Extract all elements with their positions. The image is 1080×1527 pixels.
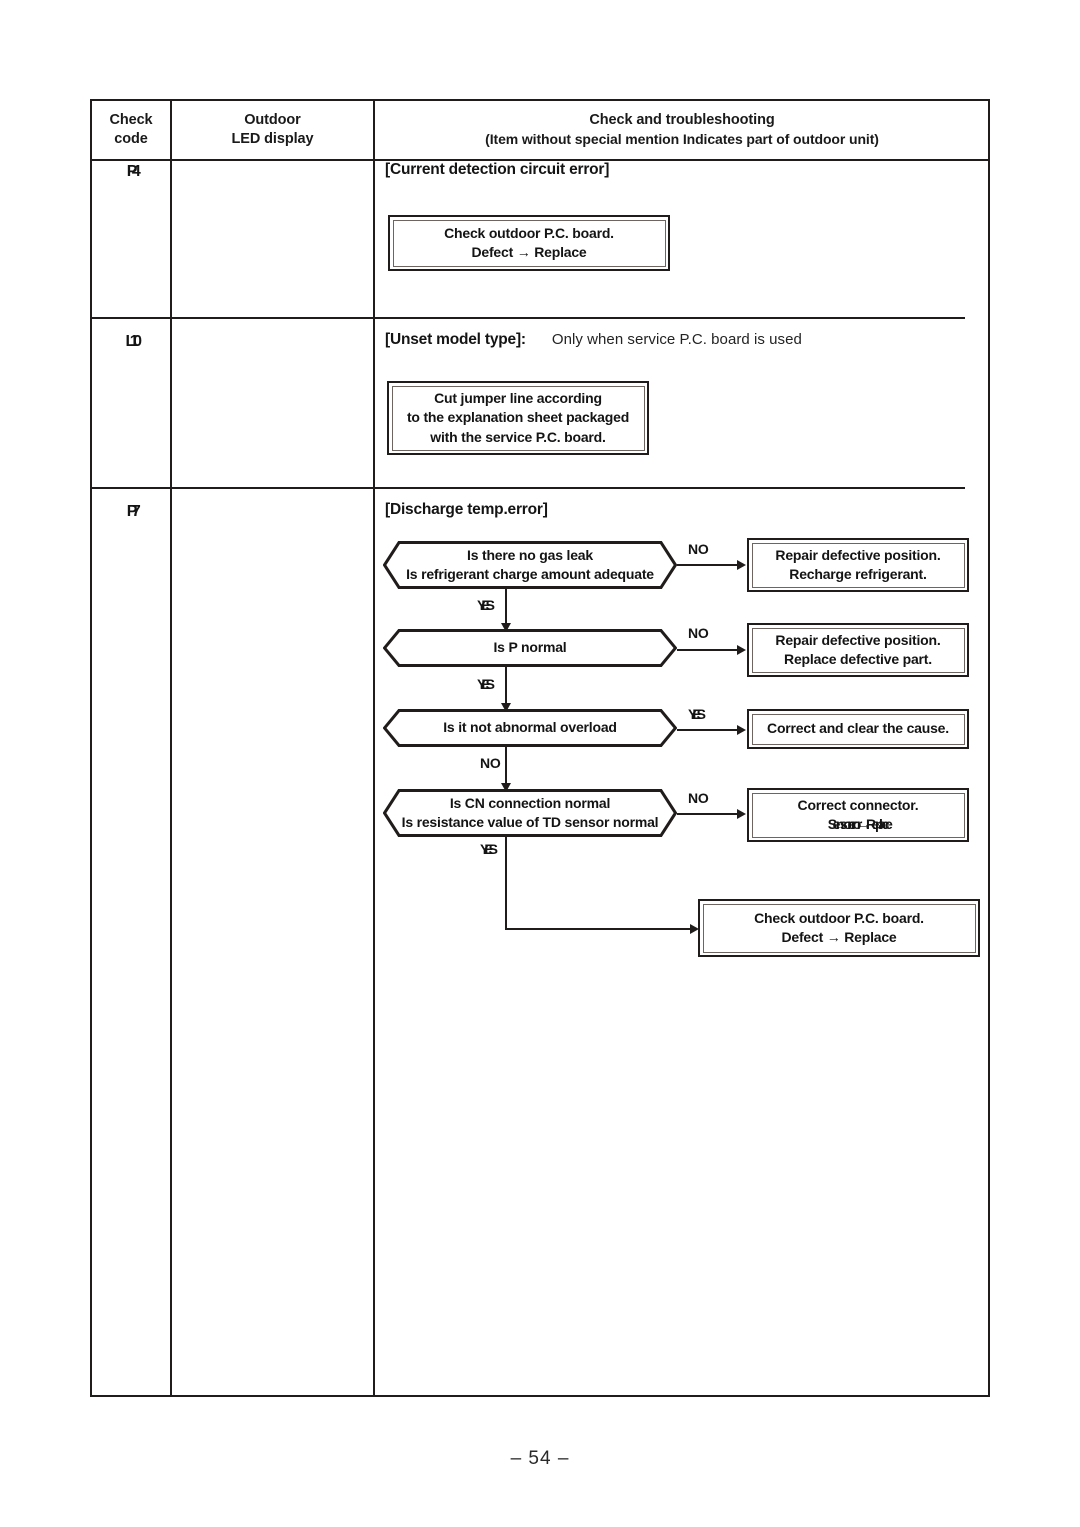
action-check-outdoor-pc-board-final: Check outdoor P.C. board. Defect → Repla… — [698, 899, 980, 957]
decision-abnormal-overload: Is it not abnormal overload — [383, 709, 677, 747]
header-check-code: Check code — [92, 101, 170, 159]
box2-line2: to the explanation sheet packaged — [406, 409, 630, 426]
box2-line3: with the service P.C. board. — [430, 428, 606, 445]
section-current-detection-circuit-error: [Current detection circuit error] Check … — [385, 161, 985, 271]
header-check-and-troubleshooting: Check and troubleshooting (Item without … — [375, 101, 989, 159]
edge-label-d3-no: NO — [480, 755, 501, 771]
decision-2-line1: Is P normal — [493, 639, 567, 656]
section-2-note: Only when service P.C. board is used — [551, 331, 802, 348]
edge-label-d1-no: NO — [688, 541, 709, 557]
header-outdoor-line1: Outdoor — [244, 112, 301, 129]
edge-d2-to-a2 — [677, 649, 739, 651]
edge-d2-to-d3 — [505, 667, 507, 705]
check-outdoor-pc-board-box-1: Check outdoor P.C. board. Defect → Repla… — [388, 215, 670, 271]
edge-d4-down — [505, 837, 507, 929]
decision-4-line1: Is CN connection normal — [449, 794, 611, 811]
decision-1-line1: Is there no gas leak — [467, 546, 593, 563]
edge-label-d3-yes: YES — [688, 706, 706, 722]
edge-label-d4-no: NO — [688, 790, 709, 806]
arrowhead-d4-to-a4 — [737, 809, 746, 819]
row-divider-1 — [92, 317, 965, 319]
decision-cn-connection: Is CN connection normal Is resistance va… — [383, 789, 677, 837]
header-troubleshooting-title: Check and troubleshooting — [589, 112, 775, 129]
edge-label-d2-no: NO — [688, 625, 709, 641]
decision-1-line2: Is refrigerant charge amount adequate — [406, 566, 654, 582]
action-1-line1: Repair defective position. — [775, 546, 941, 563]
column-divider-1 — [170, 101, 172, 1395]
action-correct-connector: Correct connector. Sensor error → Replac… — [747, 788, 969, 842]
check-code-l10: L10 — [125, 333, 142, 350]
edge-label-d2-yes: YES — [477, 676, 495, 692]
header-check-code-line1: Check — [109, 112, 153, 129]
header-outdoor-led-display: Outdoor LED display — [172, 101, 373, 159]
arrowhead-d1-to-a1 — [737, 560, 746, 570]
edge-d3-to-a3 — [677, 729, 739, 731]
edge-d4-to-final — [505, 928, 695, 930]
box1-line2: Defect → Replace — [471, 244, 587, 260]
header-check-code-line2: code — [114, 131, 148, 147]
troubleshooting-table: Check code Outdoor LED display Check and… — [90, 99, 990, 1397]
edge-d1-to-a1 — [677, 564, 739, 566]
arrowhead-d3-to-a3 — [737, 725, 746, 735]
header-troubleshooting-subtitle: (Item without special mention Indicates … — [485, 131, 879, 148]
cut-jumper-line-box: Cut jumper line according to the explana… — [387, 381, 649, 455]
column-divider-2 — [373, 101, 375, 1395]
check-code-p4: P4 — [126, 163, 141, 180]
action-3-line1: Correct and clear the cause. — [767, 720, 949, 737]
check-code-p7: P7 — [126, 503, 141, 520]
edge-d1-to-d2 — [505, 589, 507, 627]
section-unset-model-type: [Unset model type]: Only when service P.… — [385, 331, 985, 455]
section-discharge-temp-error: [Discharge temp.error] Is there no gas l… — [383, 501, 1080, 957]
action-2-line1: Repair defective position. — [775, 631, 941, 648]
action-4-line2: Sensor error → Replace — [827, 816, 893, 832]
edge-d3-to-d4 — [505, 747, 507, 785]
decision-3-line1: Is it not abnormal overload — [443, 719, 617, 736]
box1-line1: Check outdoor P.C. board. — [444, 224, 614, 241]
box2-line1: Cut jumper line according — [434, 390, 602, 407]
edge-label-d4-yes: YES — [480, 841, 498, 857]
arrowhead-d2-to-a2 — [737, 645, 746, 655]
decision-p-normal: Is P normal — [383, 629, 677, 667]
section-3-title: [Discharge temp.error] — [385, 501, 548, 518]
decision-gas-leak: Is there no gas leak Is refrigerant char… — [383, 541, 677, 589]
header-outdoor-line2: LED display — [231, 131, 314, 147]
action-4-line1: Correct connector. — [797, 796, 919, 813]
page-number: – 54 – — [510, 1448, 570, 1469]
action-5-line1: Check outdoor P.C. board. — [754, 909, 924, 926]
action-2-line2: Replace defective part. — [784, 651, 932, 667]
action-1-line2: Recharge refrigerant. — [789, 566, 927, 582]
action-5-line2: Defect → Replace — [781, 929, 897, 945]
row-divider-2 — [92, 487, 965, 489]
decision-4-line2: Is resistance value of TD sensor normal — [401, 814, 659, 830]
section-2-title: [Unset model type]: — [385, 331, 526, 348]
section-1-title: [Current detection circuit error] — [385, 161, 610, 178]
action-repair-recharge: Repair defective position. Recharge refr… — [747, 538, 969, 592]
edge-label-d1-yes: YES — [477, 597, 495, 613]
action-correct-clear-cause: Correct and clear the cause. — [747, 709, 969, 749]
action-repair-replace-part: Repair defective position. Replace defec… — [747, 623, 969, 677]
edge-d4-to-a4 — [677, 813, 739, 815]
